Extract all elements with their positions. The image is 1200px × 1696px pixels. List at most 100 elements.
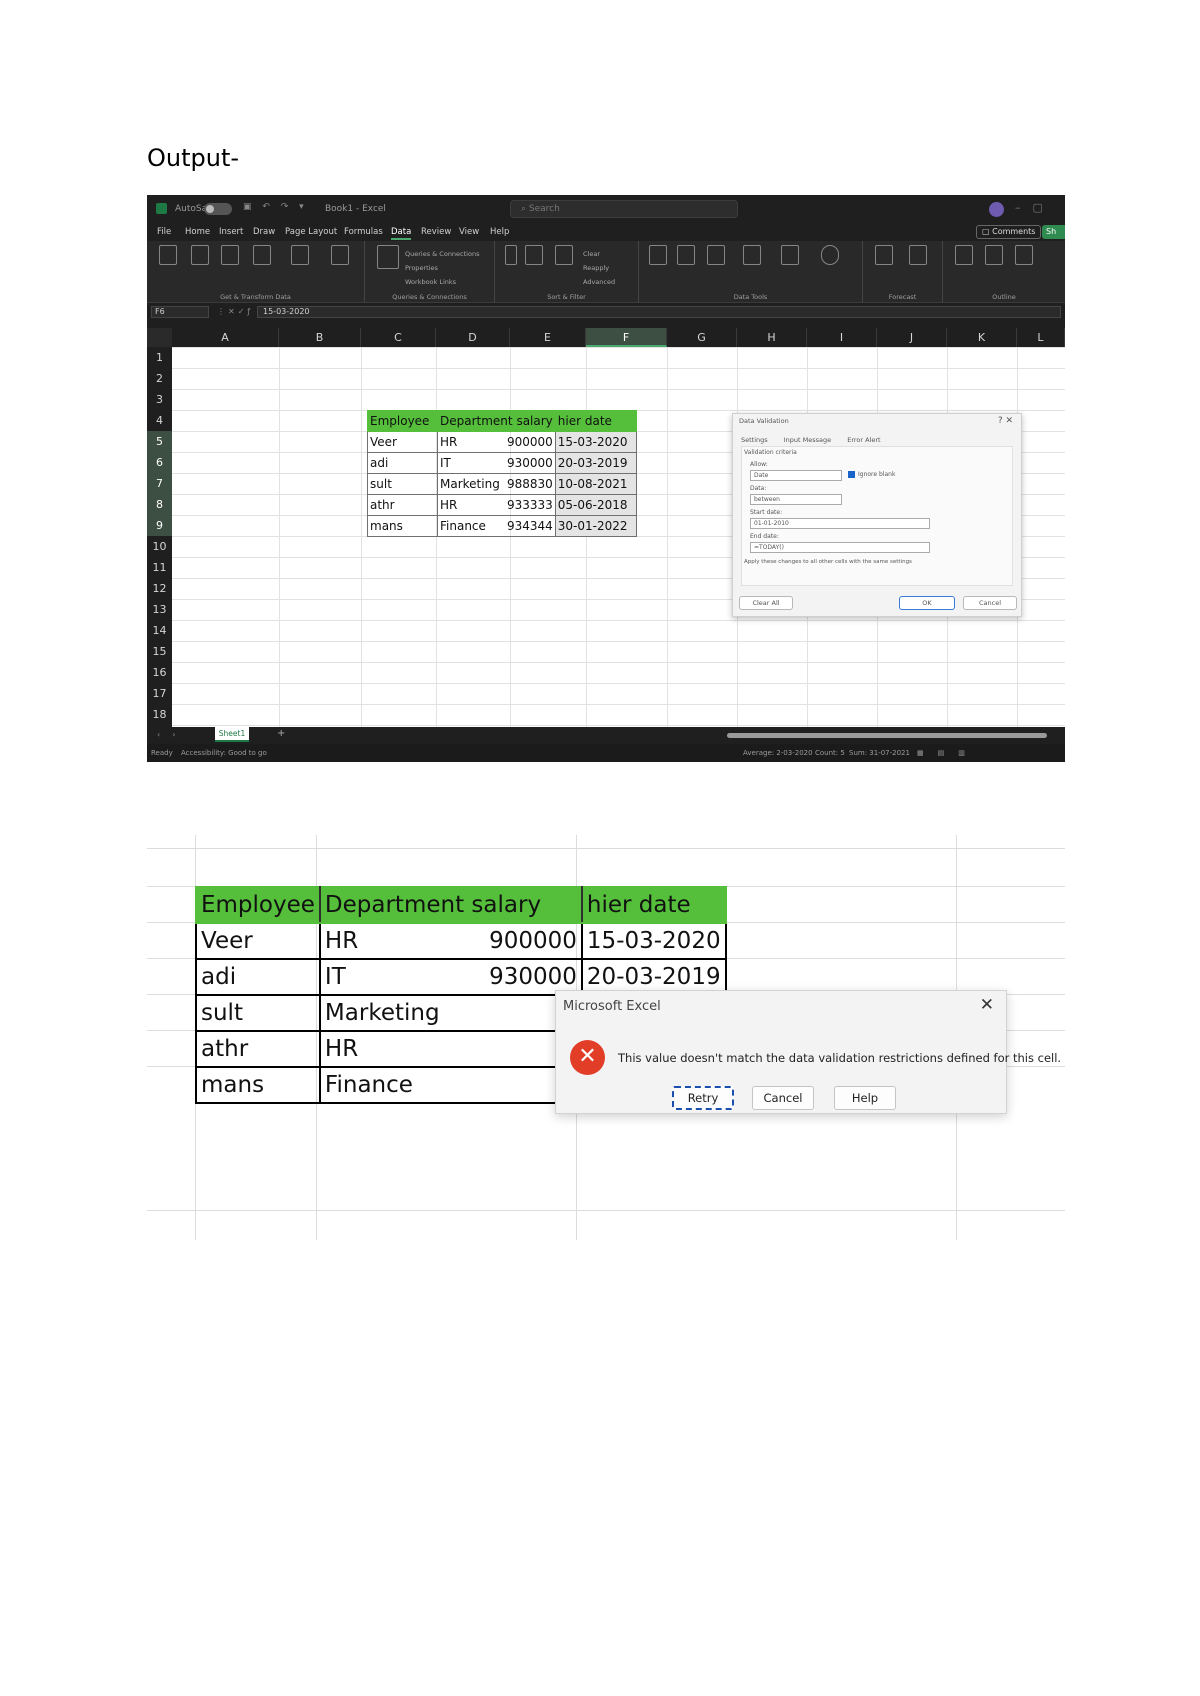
data-validation-icon[interactable]: [743, 245, 761, 265]
formula-icons[interactable]: ⋮✕✓ƒ: [217, 307, 253, 316]
row-header[interactable]: 15: [147, 641, 172, 662]
column-header[interactable]: I: [807, 328, 877, 347]
help-button[interactable]: Help: [834, 1086, 896, 1110]
close-icon[interactable]: ? ✕: [998, 416, 1013, 426]
advanced-button[interactable]: Advanced: [583, 278, 615, 286]
table-cell[interactable]: HR93333: [318, 1030, 638, 1068]
tab-error-alert[interactable]: Error Alert: [847, 436, 880, 444]
flash-fill-icon[interactable]: [677, 245, 695, 265]
close-icon[interactable]: ✕: [980, 995, 994, 1015]
row-header[interactable]: 10: [147, 536, 172, 557]
table-cell[interactable]: Finance 934344: [437, 515, 556, 537]
row-header[interactable]: 1: [147, 347, 172, 368]
column-header[interactable]: K: [947, 328, 1017, 347]
row-header[interactable]: 3: [147, 389, 172, 410]
name-box[interactable]: F6: [151, 306, 209, 318]
cancel-button[interactable]: Cancel: [963, 596, 1017, 610]
row-header-selected[interactable]: 5: [147, 431, 172, 452]
tab-formulas[interactable]: Formulas: [344, 227, 383, 237]
relationships-icon[interactable]: [821, 245, 839, 265]
column-header-selected[interactable]: F: [586, 328, 667, 347]
row-header[interactable]: 17: [147, 683, 172, 704]
sheet-tab[interactable]: Sheet1: [215, 727, 249, 742]
reapply-button[interactable]: Reapply: [583, 264, 609, 272]
table-cell[interactable]: 30-01-2022: [554, 515, 637, 537]
header-cell[interactable]: Employee: [367, 410, 438, 432]
from-text-csv-icon[interactable]: [191, 245, 209, 265]
table-cell[interactable]: 05-06-2018: [554, 494, 637, 516]
column-header[interactable]: H: [737, 328, 807, 347]
tab-help[interactable]: Help: [490, 227, 509, 237]
column-header[interactable]: A: [172, 328, 279, 347]
add-sheet-icon[interactable]: +: [277, 728, 285, 739]
worksheet-grid[interactable]: Employee Department salary hier date Vee…: [172, 347, 1065, 727]
column-header[interactable]: C: [361, 328, 436, 347]
allow-select[interactable]: Date: [750, 470, 842, 481]
table-cell[interactable]: HR 933333: [437, 494, 556, 516]
recent-sources-icon[interactable]: [291, 245, 309, 265]
text-to-columns-icon[interactable]: [649, 245, 667, 265]
table-cell[interactable]: 15-03-2020: [580, 922, 727, 960]
header-cell[interactable]: Department salary: [437, 410, 556, 432]
column-header[interactable]: L: [1017, 328, 1065, 347]
ignore-blank-checkbox[interactable]: [848, 471, 855, 478]
tab-file[interactable]: File: [157, 227, 171, 237]
avatar[interactable]: [989, 202, 1004, 217]
select-all-corner[interactable]: [147, 328, 172, 347]
table-cell[interactable]: HR 900000: [318, 922, 583, 960]
table-cell[interactable]: adi: [195, 958, 321, 996]
consolidate-icon[interactable]: [781, 245, 799, 265]
existing-connections-icon[interactable]: [331, 245, 349, 265]
window-controls[interactable]: –▢: [1015, 201, 1055, 214]
tab-review[interactable]: Review: [421, 227, 451, 237]
column-header[interactable]: E: [510, 328, 586, 347]
remove-duplicates-icon[interactable]: [707, 245, 725, 265]
status-accessibility[interactable]: Accessibility: Good to go: [181, 749, 267, 757]
from-table-icon[interactable]: [253, 245, 271, 265]
table-cell[interactable]: 20-03-2019: [554, 452, 637, 474]
get-data-icon[interactable]: [159, 245, 177, 265]
row-header-selected[interactable]: 8: [147, 494, 172, 515]
row-header[interactable]: 18: [147, 704, 172, 725]
tab-view[interactable]: View: [459, 227, 479, 237]
data-select[interactable]: between: [750, 494, 842, 505]
table-cell[interactable]: sult: [367, 473, 438, 495]
from-web-icon[interactable]: [221, 245, 239, 265]
what-if-analysis-icon[interactable]: [875, 245, 893, 265]
horizontal-scrollbar[interactable]: [727, 733, 1047, 738]
tab-settings[interactable]: Settings: [741, 436, 768, 444]
table-cell[interactable]: Veer: [195, 922, 321, 960]
row-header-selected[interactable]: 7: [147, 473, 172, 494]
table-cell[interactable]: mans: [367, 515, 438, 537]
search-box[interactable]: ⌕ Search: [510, 200, 738, 218]
table-cell[interactable]: 10-08-2021: [554, 473, 637, 495]
formula-input[interactable]: 15-03-2020: [257, 306, 1061, 318]
end-date-input[interactable]: =TODAY(): [750, 542, 930, 553]
view-mode-icons[interactable]: ▦▤▥: [917, 749, 979, 757]
table-cell[interactable]: 15-03-2020: [554, 431, 637, 453]
refresh-all-icon[interactable]: [377, 245, 399, 269]
table-cell[interactable]: sult: [195, 994, 321, 1032]
tab-data[interactable]: Data: [391, 227, 412, 240]
retry-button[interactable]: Retry: [672, 1086, 734, 1110]
table-cell[interactable]: athr: [367, 494, 438, 516]
tab-insert[interactable]: Insert: [219, 227, 243, 237]
header-cell[interactable]: Department salary: [318, 886, 583, 924]
autosave-toggle[interactable]: [204, 203, 232, 215]
tab-input-message[interactable]: Input Message: [784, 436, 831, 444]
group-icon[interactable]: [955, 245, 973, 265]
filter-icon[interactable]: [555, 245, 573, 265]
share-button[interactable]: Sh: [1042, 225, 1065, 239]
quick-access-icons[interactable]: ▣ ↶ ↷ ▾: [243, 202, 308, 212]
table-cell[interactable]: Marketing98883: [318, 994, 683, 1032]
sort-az-icon[interactable]: [505, 245, 517, 265]
column-header[interactable]: D: [436, 328, 510, 347]
column-header[interactable]: J: [877, 328, 947, 347]
table-cell[interactable]: athr: [195, 1030, 321, 1068]
row-header-selected[interactable]: 9: [147, 515, 172, 536]
apply-all-checkbox[interactable]: Apply these changes to all other cells w…: [744, 559, 912, 565]
queries-connections-button[interactable]: Queries & Connections: [405, 250, 479, 258]
header-cell[interactable]: hier date: [554, 410, 637, 432]
table-cell[interactable]: IT 930000: [437, 452, 556, 474]
table-cell[interactable]: Veer: [367, 431, 438, 453]
